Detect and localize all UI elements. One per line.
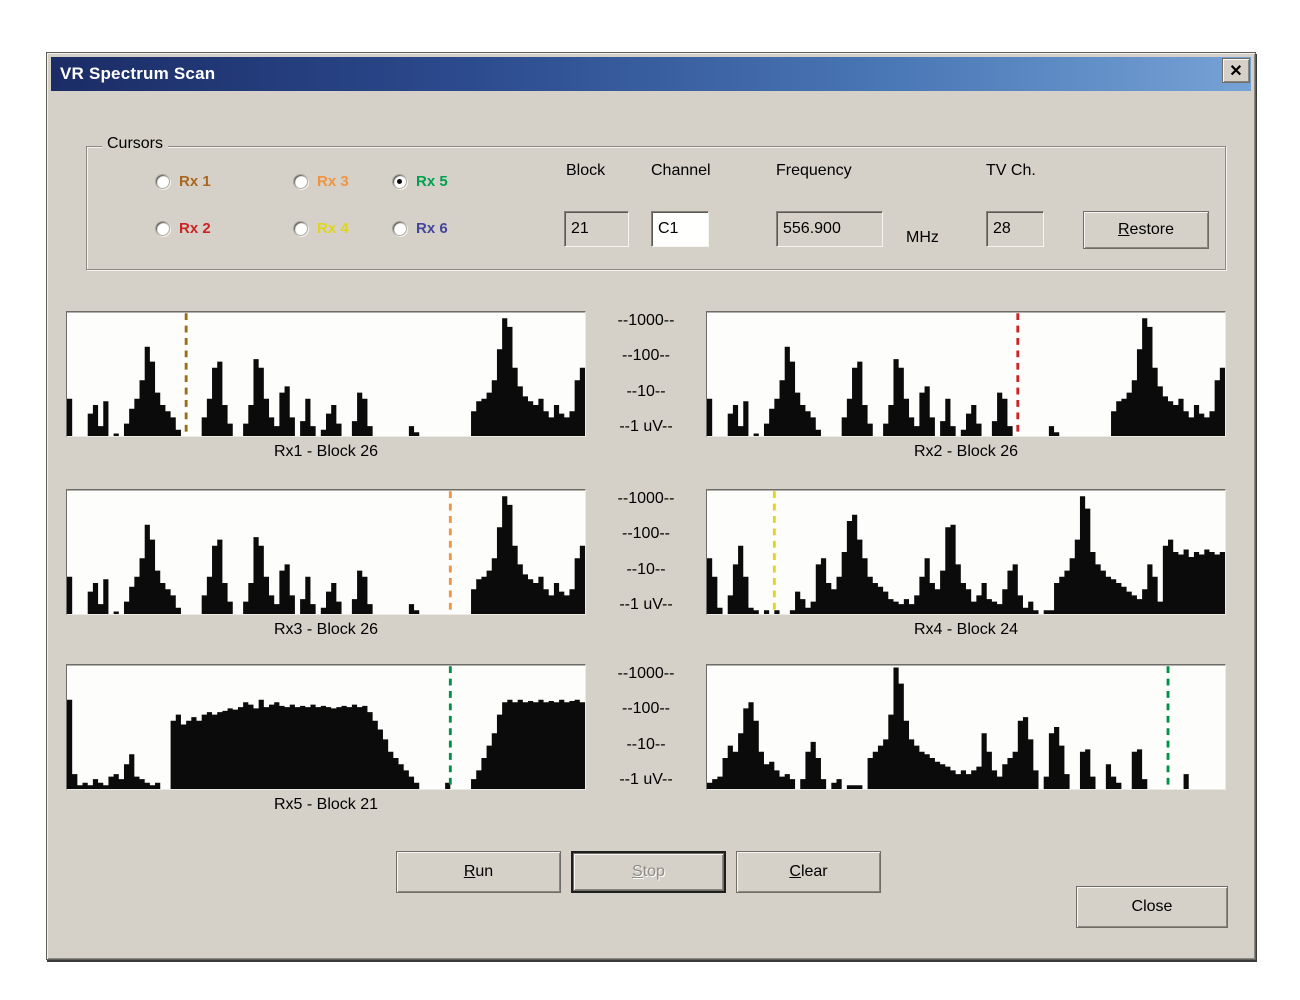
block-field: 21	[564, 211, 629, 247]
channel-input[interactable]: C1	[651, 211, 709, 247]
plot-caption-rx2: Rx2 - Block 26	[706, 443, 1226, 467]
radio-label: Rx 3	[317, 173, 349, 190]
tv-ch-field: 28	[986, 211, 1044, 247]
stop-button-label: Stop	[573, 853, 724, 891]
close-button[interactable]: Close	[1076, 886, 1228, 928]
radio-label: Rx 4	[317, 220, 349, 237]
radio-rx3[interactable]: Rx 3	[293, 171, 392, 191]
y-tick-1000: --1000--	[586, 312, 706, 330]
channel-label: Channel	[651, 162, 711, 180]
spectrum-plot-rx6[interactable]	[706, 664, 1226, 790]
radio-rx6[interactable]: Rx 6	[392, 218, 448, 238]
block-label: Block	[566, 162, 605, 180]
y-tick-1uv: --1 uV--	[586, 418, 706, 436]
y-tick-1uv: --1 uV--	[586, 771, 706, 789]
y-tick-1000: --1000--	[586, 490, 706, 508]
radio-circle-icon	[293, 221, 308, 236]
tv-ch-label: TV Ch.	[986, 162, 1036, 180]
spectrum-plot-rx3[interactable]	[66, 489, 586, 615]
radio-label: Rx 2	[179, 220, 211, 237]
plot-caption-rx5: Rx5 - Block 21	[66, 796, 586, 820]
radio-circle-icon	[293, 174, 308, 189]
window-title: VR Spectrum Scan	[60, 64, 215, 84]
y-tick-10: --10--	[586, 561, 706, 579]
clear-button[interactable]: Clear	[736, 851, 881, 893]
plot-caption-rx1: Rx1 - Block 26	[66, 443, 586, 467]
radio-label: Rx 5	[416, 173, 448, 190]
radio-circle-icon	[155, 174, 170, 189]
spectrum-plot-rx2[interactable]	[706, 311, 1226, 437]
spectrum-plot-rx5[interactable]	[66, 664, 586, 790]
window-close-icon[interactable]: ✕	[1222, 58, 1250, 83]
plot-caption-rx3: Rx3 - Block 26	[66, 621, 586, 645]
y-tick-10: --10--	[586, 383, 706, 401]
y-tick-100: --100--	[586, 347, 706, 365]
radio-rx1[interactable]: Rx 1	[155, 171, 293, 191]
cursors-group-title: Cursors	[102, 135, 168, 153]
spectrum-scan-dialog: VR Spectrum Scan ✕ Cursors Rx 1Rx 2Rx 3R…	[46, 52, 1256, 960]
mhz-unit-label: MHz	[906, 229, 939, 247]
frequency-field: 556.900	[776, 211, 883, 247]
run-button[interactable]: Run	[396, 851, 561, 893]
stop-button[interactable]: Stop	[571, 851, 726, 893]
y-tick-1uv: --1 uV--	[586, 596, 706, 614]
restore-button[interactable]: Restore	[1083, 211, 1209, 249]
y-axis-labels-row3: --1000-- --100-- --10-- --1 uV--	[586, 664, 706, 790]
y-tick-1000: --1000--	[586, 665, 706, 683]
y-tick-10: --10--	[586, 736, 706, 754]
y-tick-100: --100--	[586, 525, 706, 543]
frequency-label: Frequency	[776, 162, 852, 180]
y-tick-100: --100--	[586, 700, 706, 718]
spectrum-plot-rx1[interactable]	[66, 311, 586, 437]
y-axis-labels-row1: --1000-- --100-- --10-- --1 uV--	[586, 311, 706, 437]
radio-label: Rx 1	[179, 173, 211, 190]
y-axis-labels-row2: --1000-- --100-- --10-- --1 uV--	[586, 489, 706, 615]
radio-rx4[interactable]: Rx 4	[293, 218, 392, 238]
radio-label: Rx 6	[416, 220, 448, 237]
radio-circle-icon	[155, 221, 170, 236]
radio-circle-icon	[392, 174, 407, 189]
radio-selected-dot	[397, 179, 402, 184]
plot-caption-rx4: Rx4 - Block 24	[706, 621, 1226, 645]
radio-circle-icon	[392, 221, 407, 236]
cursor-radio-grid: Rx 1 Rx 2 Rx 3 Rx 4 Rx 5 Rx 6	[155, 171, 448, 238]
radio-rx2[interactable]: Rx 2	[155, 218, 293, 238]
title-bar: VR Spectrum Scan	[51, 57, 1251, 91]
spectrum-plot-rx4[interactable]	[706, 489, 1226, 615]
radio-rx5[interactable]: Rx 5	[392, 171, 448, 191]
